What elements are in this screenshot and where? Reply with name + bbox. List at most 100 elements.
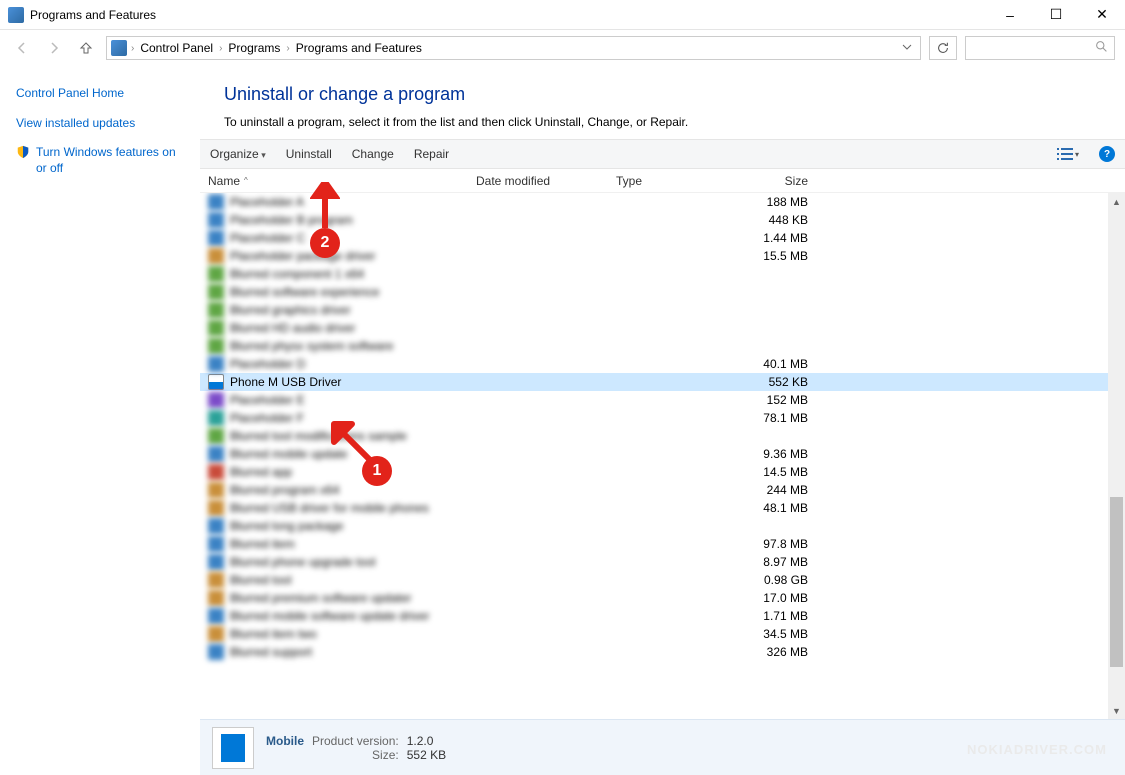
program-size: 48.1 MB	[736, 501, 808, 515]
list-item[interactable]: Blurred graphics driver	[200, 301, 1125, 319]
list-item[interactable]: Blurred software experience	[200, 283, 1125, 301]
uninstall-button[interactable]: Uninstall	[286, 147, 332, 161]
minimize-button[interactable]: –	[987, 0, 1033, 30]
program-icon	[208, 554, 224, 570]
list-item[interactable]: Blurred app14.5 MB	[200, 463, 1125, 481]
sort-caret-icon: ^	[244, 176, 248, 185]
program-size: 14.5 MB	[736, 465, 808, 479]
program-name: Placeholder A	[230, 195, 476, 209]
list-item[interactable]: Blurred mobile software update driver1.7…	[200, 607, 1125, 625]
program-size: 1.71 MB	[736, 609, 808, 623]
breadcrumb-programs[interactable]: Programs	[226, 41, 282, 55]
list-item[interactable]: Blurred item97.8 MB	[200, 535, 1125, 553]
list-item[interactable]: Blurred support326 MB	[200, 643, 1125, 661]
list-item[interactable]: Blurred item two34.5 MB	[200, 625, 1125, 643]
program-name: Blurred item two	[230, 627, 476, 641]
program-name: Blurred HD audio driver	[230, 321, 476, 335]
program-icon	[208, 266, 224, 282]
program-icon	[208, 572, 224, 588]
status-program-name: Mobile	[266, 734, 304, 748]
list-item[interactable]: Blurred long package	[200, 517, 1125, 535]
column-headers: Name ^ Date modified Type Size	[200, 169, 1125, 193]
program-icon	[208, 212, 224, 228]
list-item[interactable]: Placeholder D40.1 MB	[200, 355, 1125, 373]
column-name[interactable]: Name ^	[208, 174, 476, 188]
list-item[interactable]: Blurred component 1 x64	[200, 265, 1125, 283]
list-item[interactable]: Blurred mobile update 9.36 MB	[200, 445, 1125, 463]
list-item[interactable]: Blurred program x64244 MB	[200, 481, 1125, 499]
column-date[interactable]: Date modified	[476, 174, 616, 188]
list-item-selected[interactable]: Phone M USB Driver 552 KB	[200, 373, 1125, 391]
sidebar-features-link[interactable]: Turn Windows features on or off	[36, 145, 184, 176]
program-name: Placeholder E	[230, 393, 476, 407]
program-icon	[208, 230, 224, 246]
column-size[interactable]: Size	[736, 174, 808, 188]
sidebar-home-link[interactable]: Control Panel Home	[16, 86, 184, 102]
breadcrumb-programs-features[interactable]: Programs and Features	[294, 41, 424, 55]
program-icon	[208, 446, 224, 462]
program-size: 1.44 MB	[736, 231, 808, 245]
maximize-button[interactable]: ☐	[1033, 0, 1079, 30]
list-item[interactable]: Blurred premium software updater17.0 MB	[200, 589, 1125, 607]
address-dropdown-icon[interactable]	[898, 41, 916, 55]
search-input[interactable]	[965, 36, 1115, 60]
address-bar[interactable]: › Control Panel › Programs › Programs an…	[106, 36, 921, 60]
program-name: Blurred mobile update	[230, 447, 476, 461]
program-name: Phone M USB Driver	[230, 375, 476, 389]
program-name: Blurred tool	[230, 573, 476, 587]
program-size: 8.97 MB	[736, 555, 808, 569]
status-thumbnail	[212, 727, 254, 769]
program-name: Blurred premium software updater	[230, 591, 476, 605]
list-item[interactable]: Placeholder C1.44 MB	[200, 229, 1125, 247]
change-button[interactable]: Change	[352, 147, 394, 161]
list-item[interactable]: Blurred phone upgrade tool8.97 MB	[200, 553, 1125, 571]
program-name: Placeholder F	[230, 411, 476, 425]
program-icon	[208, 356, 224, 372]
scroll-thumb[interactable]	[1110, 497, 1123, 667]
refresh-button[interactable]	[929, 36, 957, 60]
scroll-down-icon[interactable]: ▼	[1108, 702, 1125, 719]
page-subheading: To uninstall a program, select it from t…	[224, 115, 1101, 129]
program-size: 9.36 MB	[736, 447, 808, 461]
scroll-up-icon[interactable]: ▲	[1108, 193, 1125, 210]
list-item[interactable]: Blurred HD audio driver	[200, 319, 1125, 337]
program-size: 78.1 MB	[736, 411, 808, 425]
up-button[interactable]	[74, 36, 98, 60]
program-name: Blurred program x64	[230, 483, 476, 497]
program-name: Placeholder B program	[230, 213, 476, 227]
list-item[interactable]: Placeholder B program 448 KB	[200, 211, 1125, 229]
program-name: Blurred USB driver for mobile phones	[230, 501, 476, 515]
sidebar-updates-link[interactable]: View installed updates	[16, 116, 184, 132]
program-icon	[208, 428, 224, 444]
program-name: Blurred item	[230, 537, 476, 551]
breadcrumb-control-panel[interactable]: Control Panel	[138, 41, 215, 55]
breadcrumb-sep-icon: ›	[131, 43, 134, 54]
list-item[interactable]: Placeholder A188 MB	[200, 193, 1125, 211]
list-item[interactable]: Blurred USB driver for mobile phones 48.1…	[200, 499, 1125, 517]
program-size: 448 KB	[736, 213, 808, 227]
list-item[interactable]: Blurred tool0.98 GB	[200, 571, 1125, 589]
repair-button[interactable]: Repair	[414, 147, 449, 161]
program-list[interactable]: Placeholder A188 MBPlaceholder B program…	[200, 193, 1125, 719]
program-size: 152 MB	[736, 393, 808, 407]
program-name: Placeholder D	[230, 357, 476, 371]
help-button[interactable]: ?	[1099, 146, 1115, 162]
vertical-scrollbar[interactable]: ▲ ▼	[1108, 193, 1125, 719]
navbar: › Control Panel › Programs › Programs an…	[0, 30, 1125, 66]
list-item[interactable]: Placeholder package driver15.5 MB	[200, 247, 1125, 265]
list-item[interactable]: Placeholder F 78.1 MB	[200, 409, 1125, 427]
program-size: 326 MB	[736, 645, 808, 659]
program-icon	[208, 482, 224, 498]
forward-button[interactable]	[42, 36, 66, 60]
list-item[interactable]: Placeholder E 152 MB	[200, 391, 1125, 409]
program-name: Blurred physx system software	[230, 339, 476, 353]
program-size: 552 KB	[736, 375, 808, 389]
column-type[interactable]: Type	[616, 174, 736, 188]
view-options-button[interactable]: ▾	[1057, 148, 1079, 160]
organize-menu[interactable]: Organize	[210, 147, 266, 161]
close-button[interactable]: ✕	[1079, 0, 1125, 30]
list-item[interactable]: Blurred tool modifications sample	[200, 427, 1125, 445]
list-item[interactable]: Blurred physx system software	[200, 337, 1125, 355]
back-button[interactable]	[10, 36, 34, 60]
program-name: Blurred long package	[230, 519, 476, 533]
